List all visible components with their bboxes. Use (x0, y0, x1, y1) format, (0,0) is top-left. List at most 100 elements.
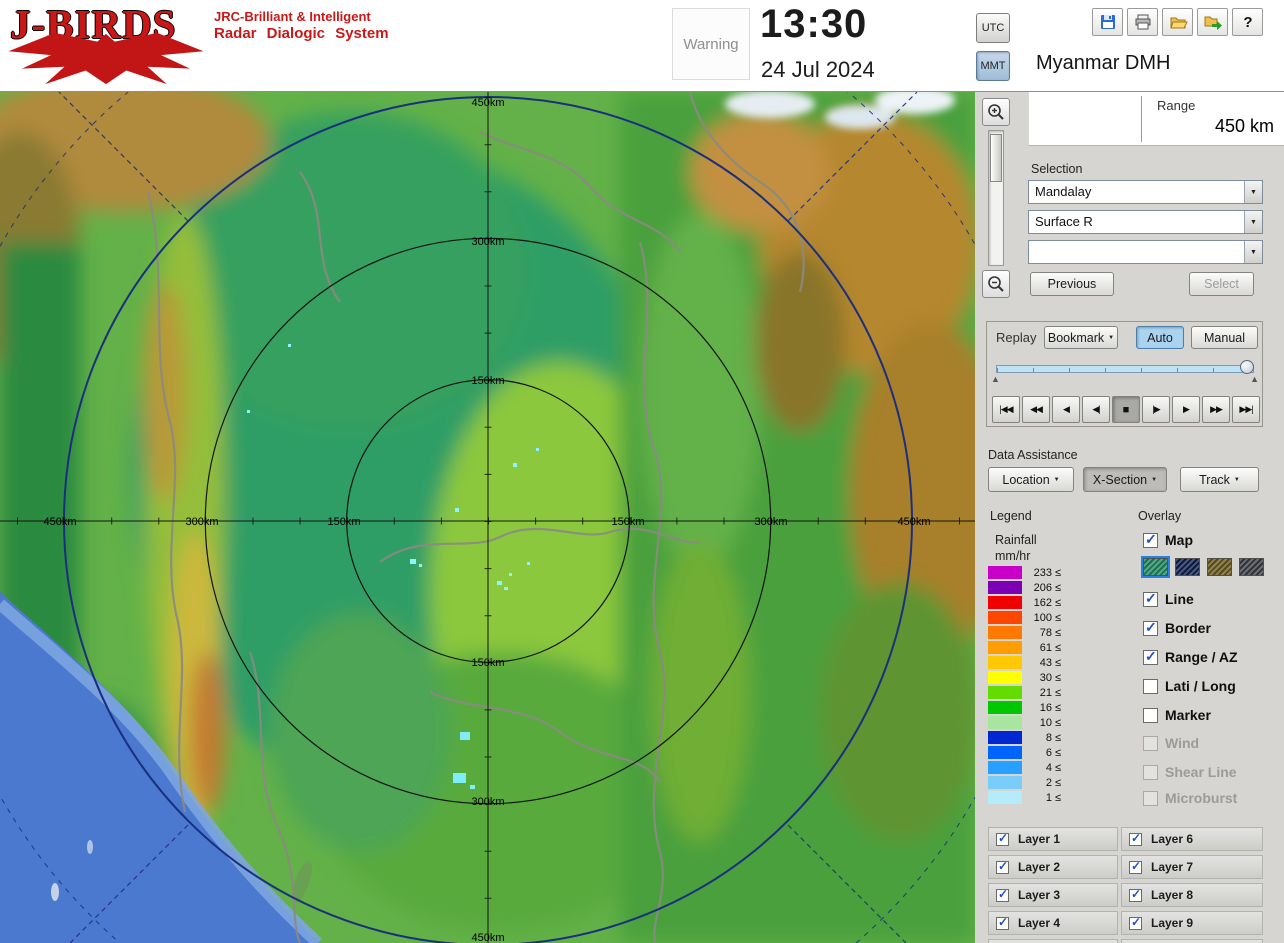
legend-label: Legend (990, 509, 1032, 523)
range-label: 450km (471, 932, 504, 943)
header: J-BIRDS JRC-Brilliant & Intelligent Rada… (0, 0, 1284, 92)
layer-checkbox[interactable]: ✓ (996, 887, 1009, 902)
playback-play-reverse-button[interactable]: ◀ (1052, 396, 1080, 423)
help-button[interactable]: ? (1232, 8, 1263, 36)
playback-stop-button[interactable]: ■ (1112, 396, 1140, 423)
map-checkbox[interactable]: ✓ (1143, 531, 1158, 548)
layer-checkbox[interactable]: ✓ (1129, 915, 1142, 930)
legend-row: 4 ≤ (988, 761, 1061, 774)
location-button-label: Location (1002, 472, 1050, 487)
layer-row[interactable]: ✓ Layer 9 (1121, 911, 1263, 935)
station-select[interactable]: Mandalay ▼ (1028, 180, 1263, 204)
utc-button[interactable]: UTC (976, 13, 1010, 43)
chevron-down-icon[interactable]: ▼ (1244, 211, 1262, 233)
legend-color (988, 701, 1022, 714)
map-style-gray[interactable] (1239, 558, 1264, 576)
product-select[interactable]: Surface R ▼ (1028, 210, 1263, 234)
print-button[interactable] (1127, 8, 1158, 36)
select-button[interactable]: Select (1189, 272, 1254, 296)
legend-row: 43 ≤ (988, 656, 1061, 669)
location-button[interactable]: Location ▼ (988, 467, 1074, 492)
manual-button[interactable]: Manual (1191, 326, 1258, 349)
layer-checkbox[interactable]: ✓ (996, 859, 1009, 874)
layer-checkbox[interactable]: ✓ (996, 831, 1009, 846)
overlay-item-border[interactable]: ✓ Border (1143, 619, 1211, 636)
zoom-slider[interactable] (988, 130, 1004, 266)
playback-fast-forward-button[interactable]: ▶▶ (1202, 396, 1230, 423)
overlay-item-lati-long[interactable]: Lati / Long (1143, 678, 1236, 694)
zoom-out-button[interactable] (982, 270, 1010, 298)
playback-rewind-start-button[interactable]: |◀◀ (992, 396, 1020, 423)
layer-checkbox[interactable]: ✓ (1129, 831, 1142, 846)
playback-play-button[interactable]: ▶ (1172, 396, 1200, 423)
map-style-terrain[interactable] (1141, 556, 1170, 578)
lati-long-checkbox[interactable] (1143, 678, 1158, 694)
chevron-down-icon[interactable]: ▼ (1244, 241, 1262, 263)
track-button[interactable]: Track ▼ (1180, 467, 1259, 492)
print-icon (1135, 14, 1150, 30)
save-icon (1100, 15, 1115, 29)
legend-row: 206 ≤ (988, 581, 1061, 594)
playback-step-back-button[interactable]: ◀| (1082, 396, 1110, 423)
overlay-item-line[interactable]: ✓ Line (1143, 590, 1194, 607)
clock-time: 13:30 (760, 2, 868, 46)
playback-fast-rewind-button[interactable]: ◀◀ (1022, 396, 1050, 423)
timeline-start-marker-icon: ▲ (991, 374, 1000, 384)
mmt-button[interactable]: MMT (976, 51, 1010, 81)
chevron-down-icon[interactable]: ▼ (1244, 181, 1262, 203)
range-label: 300km (754, 516, 787, 528)
legend-color (988, 566, 1022, 579)
line-checkbox[interactable]: ✓ (1143, 590, 1158, 607)
logo-subtitles: JRC-Brilliant & Intelligent Radar Dialog… (214, 9, 389, 44)
marker-checkbox[interactable] (1143, 707, 1158, 723)
playback-step-forward-button[interactable]: |▶ (1142, 396, 1170, 423)
legend-row: 162 ≤ (988, 596, 1061, 609)
layer-row[interactable]: ✓Layer 10 (1121, 939, 1263, 943)
auto-button[interactable]: Auto (1136, 326, 1184, 349)
layer-row[interactable]: ✓ Layer 8 (1121, 883, 1263, 907)
logo-subtitle-1: JRC-Brilliant & Intelligent (214, 9, 371, 24)
warning-indicator[interactable]: Warning (672, 8, 750, 80)
layer-checkbox[interactable]: ✓ (1129, 887, 1142, 902)
range-value: 450 km (1214, 116, 1274, 136)
x-section-button[interactable]: X-Section ▼ (1083, 467, 1167, 492)
layer-row[interactable]: ✓ Layer 4 (988, 911, 1118, 935)
zoom-in-button[interactable] (982, 98, 1010, 126)
map-style-olive[interactable] (1207, 558, 1232, 576)
track-button-label: Track (1199, 472, 1230, 487)
layer-row[interactable]: ✓ Layer 1 (988, 827, 1118, 851)
option-select[interactable]: ▼ (1028, 240, 1263, 264)
replay-timeline-slider[interactable] (996, 365, 1254, 373)
layer-checkbox[interactable]: ✓ (996, 915, 1009, 930)
playback-skip-end-button[interactable]: ▶▶| (1232, 396, 1260, 423)
overlay-item-marker[interactable]: Marker (1143, 707, 1211, 723)
radar-map[interactable]: 450km 300km 150km 150km 300km 450km 450k… (0, 92, 975, 943)
replay-slider-thumb[interactable] (1240, 360, 1254, 374)
save-button[interactable] (1092, 8, 1123, 36)
layer-list-left: ✓Layer 1 ✓Layer 2 ✓Layer 3 ✓Layer 4 ✓Lay… (988, 827, 1118, 943)
overlay-item-range-az[interactable]: ✓ Range / AZ (1143, 648, 1238, 665)
map-style-dark[interactable] (1175, 558, 1200, 576)
layer-row[interactable]: ✓ Layer 7 (1121, 855, 1263, 879)
previous-button[interactable]: Previous (1030, 272, 1114, 296)
zoom-slider-thumb[interactable] (990, 134, 1002, 182)
border-checkbox[interactable]: ✓ (1143, 619, 1158, 636)
layer-row[interactable]: ✓ Layer 2 (988, 855, 1118, 879)
legend-color (988, 626, 1022, 639)
bookmark-button[interactable]: Bookmark ▼ (1044, 326, 1118, 349)
station-select-value: Mandalay (1035, 184, 1092, 199)
open-folder-button[interactable] (1162, 8, 1193, 36)
layer-row[interactable]: ✓Layer 5 (988, 939, 1118, 943)
help-icon: ? (1243, 14, 1252, 31)
overlay-label: Overlay (1138, 509, 1182, 523)
legend-row: 21 ≤ (988, 686, 1061, 699)
layer-row[interactable]: ✓ Layer 6 (1121, 827, 1263, 851)
layer-checkbox[interactable]: ✓ (1129, 859, 1142, 874)
layer-row[interactable]: ✓ Layer 3 (988, 883, 1118, 907)
open-folder-icon (1169, 17, 1188, 29)
option-select-value (1029, 241, 1244, 263)
overlay-item-map[interactable]: ✓ Map (1143, 531, 1193, 548)
zoom-out-icon (988, 276, 1004, 292)
export-button[interactable] (1197, 8, 1228, 36)
range-az-checkbox[interactable]: ✓ (1143, 648, 1158, 665)
